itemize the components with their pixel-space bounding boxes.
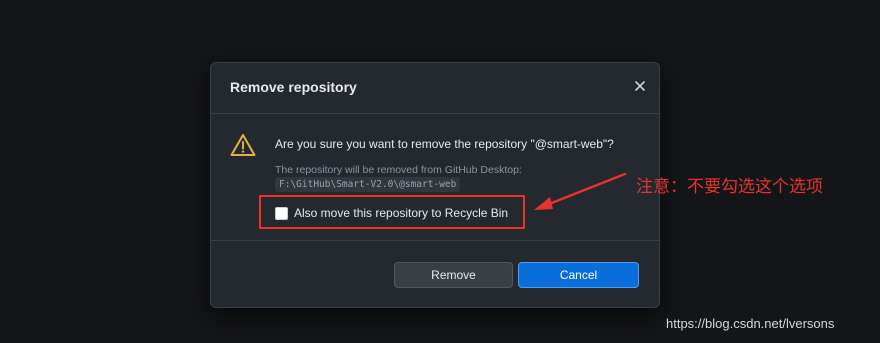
- warning-icon: [230, 134, 256, 156]
- close-button[interactable]: [631, 77, 649, 95]
- removal-note: The repository will be removed from GitH…: [275, 164, 522, 176]
- confirmation-question: Are you sure you want to remove the repo…: [275, 137, 614, 151]
- screen: Remove repository Are you sure you want …: [0, 0, 880, 343]
- annotation-text: 注意：不要勾选这个选项: [636, 177, 823, 196]
- repository-path: F:\GitHub\Smart-V2.0\@smart-web: [275, 177, 461, 192]
- footer-divider: [211, 240, 659, 241]
- dialog-header: Remove repository: [211, 63, 659, 114]
- watermark: https://blog.csdn.net/lversons: [666, 316, 835, 331]
- annotation-highlight-box: [259, 195, 525, 229]
- annotation-arrow: [534, 172, 627, 210]
- cancel-button[interactable]: Cancel: [518, 262, 639, 288]
- remove-button[interactable]: Remove: [394, 262, 513, 288]
- dialog-title: Remove repository: [230, 79, 357, 95]
- close-icon: [635, 81, 645, 91]
